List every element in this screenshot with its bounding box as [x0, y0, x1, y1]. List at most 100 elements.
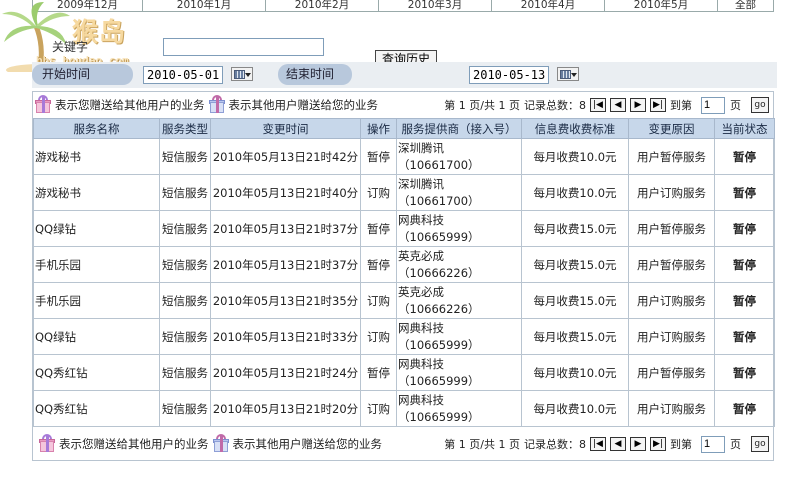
service-type: 短信服务: [159, 138, 211, 175]
provider-name: 英克必成: [398, 284, 444, 299]
page-number-input[interactable]: [701, 96, 725, 114]
next-page-icon[interactable]: ▶: [630, 98, 646, 112]
legend-gift-to-others: 表示您赠送给其他用户的业务: [55, 98, 205, 112]
bottom-toolbar: 表示您赠送给其他用户的业务 表示其他用户赠送给您的业务 第 1 页/共 1 页 …: [33, 431, 773, 457]
change-time: 2010年05月13日21时24分: [210, 354, 361, 391]
fee: 每月收费10.0元: [521, 354, 629, 391]
provider-code: （10665999）: [398, 373, 480, 388]
operation: 订购: [360, 282, 397, 319]
end-calendar-icon[interactable]: [557, 67, 579, 81]
fee: 每月收费10.0元: [521, 390, 629, 427]
end-date-input[interactable]: 2010-05-13: [469, 66, 549, 84]
provider: 英克必成 （10666226）: [396, 282, 522, 319]
table-row: QQ绿钻 短信服务 2010年05月13日21时37分 暂停 网典科技 （1066…: [33, 210, 775, 247]
reason: 用户暂停服务: [628, 210, 715, 247]
start-date-input[interactable]: 2010-05-01: [143, 66, 223, 84]
start-calendar-icon[interactable]: [231, 67, 253, 81]
service-name: 手机乐园: [33, 282, 160, 319]
status: 暂停: [714, 210, 775, 247]
legend-gift-to-others: 表示您赠送给其他用户的业务: [59, 437, 209, 451]
provider-name: 网典科技: [398, 392, 444, 407]
fee: 每月收费15.0元: [521, 246, 629, 283]
change-time: 2010年05月13日21时37分: [210, 246, 361, 283]
provider: 网典科技 （10665999）: [396, 390, 522, 427]
col-service-name: 服务名称: [33, 118, 160, 139]
first-page-icon[interactable]: |◀: [590, 98, 606, 112]
reason: 用户订购服务: [628, 318, 715, 355]
service-name: 游戏秘书: [33, 174, 160, 211]
bottom-pager: 第 1 页/共 1 页 记录总数：8 |◀ ◀ ▶ ▶| 到第 页 go: [444, 435, 773, 453]
month-tab-2010-01[interactable]: 2010年1月: [143, 0, 266, 12]
provider-code: （10666226）: [398, 265, 480, 280]
first-page-icon[interactable]: |◀: [590, 437, 606, 451]
operation: 订购: [360, 318, 397, 355]
provider-code: （10665999）: [398, 337, 480, 352]
keyword-label: 关键字: [52, 40, 89, 54]
status: 暂停: [714, 354, 775, 391]
status: 暂停: [714, 138, 775, 175]
service-name: QQ秀红钻: [33, 354, 160, 391]
provider: 深圳腾讯 （10661700）: [396, 138, 522, 175]
gift-sent-icon: [37, 434, 57, 454]
fee: 每月收费10.0元: [521, 174, 629, 211]
provider: 网典科技 （10665999）: [396, 210, 522, 247]
last-page-icon[interactable]: ▶|: [650, 437, 666, 451]
record-total: 记录总数：8: [524, 99, 586, 112]
page-number-input[interactable]: [701, 435, 725, 453]
fee: 每月收费15.0元: [521, 318, 629, 355]
go-button[interactable]: go: [751, 97, 769, 113]
date-range-row: 开始时间 2010-05-01 结束时间 2010-05-13: [32, 62, 777, 88]
fee: 每月收费15.0元: [521, 210, 629, 247]
month-tab-all[interactable]: 全部: [718, 0, 774, 12]
change-time: 2010年05月13日21时33分: [210, 318, 361, 355]
start-time-label: 开始时间: [32, 64, 133, 85]
provider-code: （10665999）: [398, 409, 480, 424]
month-tab-2010-02[interactable]: 2010年2月: [266, 0, 379, 12]
goto-label: 到第: [670, 99, 692, 112]
next-page-icon[interactable]: ▶: [630, 437, 646, 451]
month-tab-2010-04[interactable]: 2010年4月: [492, 0, 605, 12]
gift-received-icon: [211, 434, 231, 454]
change-time: 2010年05月13日21时37分: [210, 210, 361, 247]
provider-code: （10665999）: [398, 229, 480, 244]
page-info: 第 1 页/共 1 页: [444, 438, 520, 451]
provider-code: （10661700）: [398, 157, 480, 172]
status: 暂停: [714, 174, 775, 211]
operation: 暂停: [360, 138, 397, 175]
service-history-table: 服务名称 服务类型 变更时间 操作 服务提供商（接入号） 信息费收费标准 变更原…: [33, 118, 775, 427]
status: 暂停: [714, 318, 775, 355]
month-tab-2010-03[interactable]: 2010年3月: [379, 0, 492, 12]
page-suffix: 页: [730, 99, 741, 112]
table-row: QQ绿钻 短信服务 2010年05月13日21时33分 订购 网典科技 （1066…: [33, 318, 775, 355]
end-time-label: 结束时间: [278, 64, 352, 85]
provider: 英克必成 （10666226）: [396, 246, 522, 283]
last-page-icon[interactable]: ▶|: [650, 98, 666, 112]
service-name: QQ绿钻: [33, 318, 160, 355]
legend-gift-from-others: 表示其他用户赠送给您的业务: [232, 437, 383, 451]
status: 暂停: [714, 282, 775, 319]
gift-sent-icon: [33, 95, 53, 115]
operation: 暂停: [360, 210, 397, 247]
service-name: 手机乐园: [33, 246, 160, 283]
legend-gift-from-others: 表示其他用户赠送给您的业务: [228, 98, 379, 112]
prev-page-icon[interactable]: ◀: [610, 437, 626, 451]
prev-page-icon[interactable]: ◀: [610, 98, 626, 112]
col-service-type: 服务类型: [159, 118, 211, 139]
change-time: 2010年05月13日21时40分: [210, 174, 361, 211]
provider-name: 英克必成: [398, 248, 444, 263]
keyword-input[interactable]: [163, 38, 324, 56]
go-button[interactable]: go: [751, 436, 769, 452]
provider-name: 深圳腾讯: [398, 140, 444, 155]
col-fee: 信息费收费标准: [521, 118, 629, 139]
provider: 深圳腾讯 （10661700）: [396, 174, 522, 211]
col-reason: 变更原因: [628, 118, 715, 139]
col-status: 当前状态: [714, 118, 775, 139]
col-change-time: 变更时间: [210, 118, 361, 139]
table-header-row: 服务名称 服务类型 变更时间 操作 服务提供商（接入号） 信息费收费标准 变更原…: [33, 118, 775, 139]
record-total: 记录总数：8: [524, 438, 586, 451]
col-provider: 服务提供商（接入号）: [396, 118, 522, 139]
gift-received-icon: [207, 95, 227, 115]
provider: 网典科技 （10665999）: [396, 318, 522, 355]
month-tab-2010-05[interactable]: 2010年5月: [605, 0, 718, 12]
provider-name: 深圳腾讯: [398, 176, 444, 191]
